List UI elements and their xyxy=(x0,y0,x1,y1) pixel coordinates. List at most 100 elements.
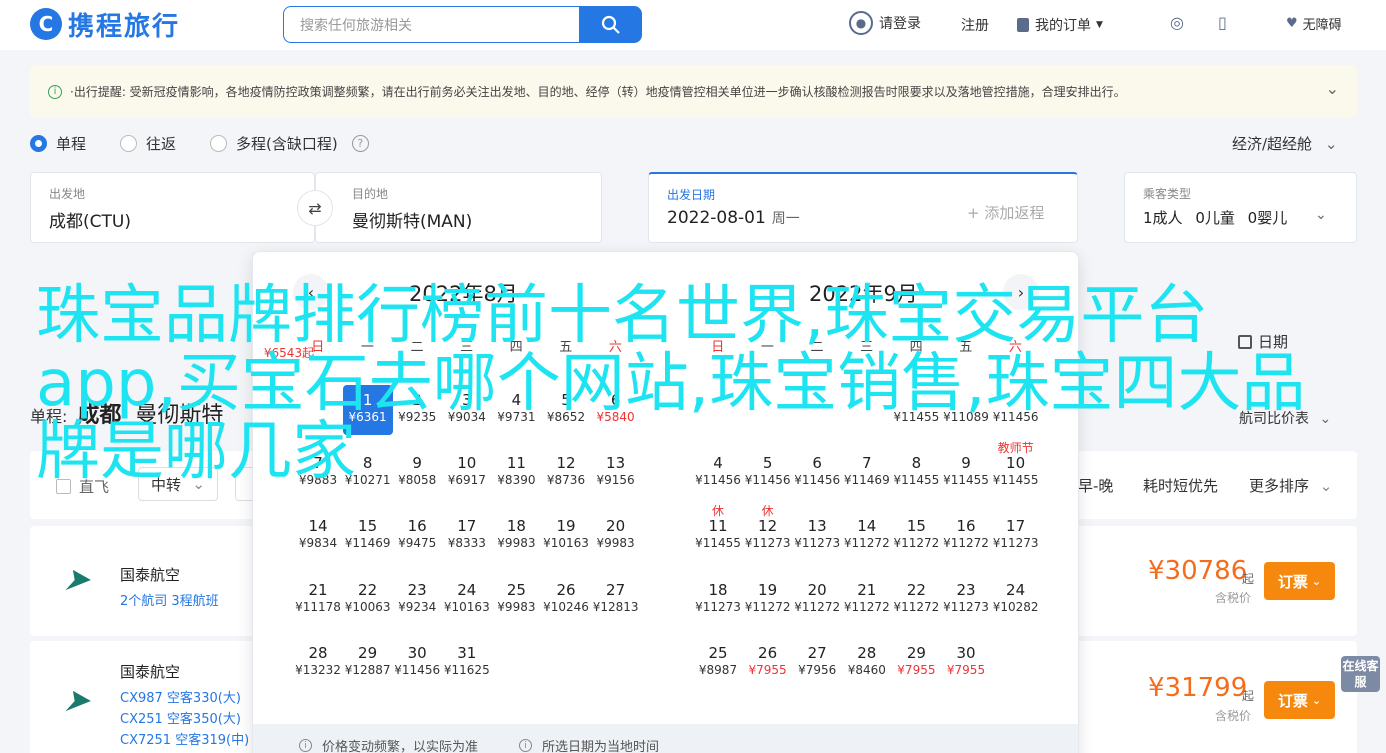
calendar-day[interactable]: 14 ¥9834 xyxy=(293,511,343,561)
trip-type-multi[interactable]: 多程(含缺口程) xyxy=(210,133,338,154)
departure-field[interactable]: 出发地 成都(CTU) xyxy=(30,172,315,243)
day-number: 15 xyxy=(358,517,378,536)
flight-detail-link[interactable]: 2个航司 3程航班 xyxy=(120,590,219,609)
calendar-day[interactable]: 30 ¥7955 xyxy=(941,638,991,688)
calendar-day[interactable]: 21 ¥11272 xyxy=(842,575,892,625)
segment-3[interactable]: CX7251 空客319(中) xyxy=(120,729,249,748)
day-number: 17 xyxy=(457,517,477,536)
calendar-day[interactable]: 28 ¥8460 xyxy=(842,638,892,688)
my-orders-menu[interactable]: 我的订单 ▼ xyxy=(1017,15,1103,35)
search-button[interactable] xyxy=(579,6,642,43)
chevron-down-icon: ⌄ xyxy=(1324,135,1338,153)
date-value: 2022-08-01 xyxy=(667,208,766,228)
calendar-day[interactable]: 20 ¥9983 xyxy=(591,511,641,561)
date-value-wrap: 2022-08-01 周一 xyxy=(667,208,800,228)
add-return-button[interactable]: + 添加返程 xyxy=(967,202,1044,223)
barrier-free-link[interactable]: ♥ 无障碍 xyxy=(1286,14,1342,33)
cathay-logo-icon: ➤ xyxy=(59,681,100,719)
calendar-day[interactable]: 23 ¥9234 xyxy=(392,575,442,625)
trip-type-selector: 单程 往返 多程(含缺口程) ? xyxy=(30,133,369,154)
calendar-day[interactable]: 17 ¥11273 xyxy=(991,511,1041,561)
swap-cities-button[interactable]: ⇄ xyxy=(297,190,333,226)
calendar-day[interactable]: 15 ¥11469 xyxy=(343,511,393,561)
online-service-button[interactable]: 在线客服 xyxy=(1341,656,1380,692)
calendar-day[interactable]: 29 ¥12887 xyxy=(343,638,393,688)
calendar-day[interactable]: 27 ¥12813 xyxy=(591,575,641,625)
calendar-day[interactable]: 19 ¥10163 xyxy=(541,511,591,561)
calendar-day[interactable]: 14 ¥11272 xyxy=(842,511,892,561)
segment-1[interactable]: CX987 空客330(大) xyxy=(120,687,241,706)
day-number: 20 xyxy=(807,580,827,599)
flight-price: ¥31799 xyxy=(1148,673,1248,703)
day-number: 28 xyxy=(308,643,328,662)
calendar-day[interactable]: 18 ¥9983 xyxy=(491,511,541,561)
day-number: 23 xyxy=(956,580,976,599)
calendar-day[interactable]: 11 ¥11455 休 xyxy=(693,504,743,561)
calendar-day[interactable]: 19 ¥11272 xyxy=(743,575,793,625)
logo-mark-icon: C xyxy=(30,8,62,40)
calendar-day[interactable]: 25 ¥8987 xyxy=(693,638,743,688)
price-suffix: 起 xyxy=(1242,572,1255,586)
trip-type-roundtrip[interactable]: 往返 xyxy=(120,133,176,154)
day-number: 30 xyxy=(407,643,427,662)
trip-type-oneway[interactable]: 单程 xyxy=(30,133,86,154)
chevron-down-icon: ⌄ xyxy=(1315,207,1327,223)
register-link[interactable]: 注册 xyxy=(961,15,989,35)
calendar-day[interactable]: 21 ¥11178 xyxy=(293,575,343,625)
departure-label: 出发地 xyxy=(49,187,86,201)
day-price: ¥12813 xyxy=(592,599,639,614)
calendar-day[interactable]: 25 ¥9983 xyxy=(491,575,541,625)
calendar-day[interactable]: 28 ¥13232 xyxy=(293,638,343,688)
destination-field[interactable]: 目的地 曼彻斯特(MAN) xyxy=(315,172,602,243)
day-price: ¥9983 xyxy=(596,536,635,551)
ctrip-logo[interactable]: C 携程旅行 xyxy=(30,6,180,42)
calendar-day[interactable]: 20 ¥11272 xyxy=(792,575,842,625)
login-link[interactable]: ● 请登录 xyxy=(849,11,921,35)
help-icon[interactable]: ? xyxy=(351,135,369,152)
segment-2[interactable]: CX251 空客350(大) xyxy=(120,708,241,727)
chevron-down-icon: ▼ xyxy=(1096,20,1103,30)
day-number: 21 xyxy=(857,580,877,599)
swap-icon: ⇄ xyxy=(308,198,322,218)
overlay-headline: 珠宝品牌排行榜前十名世界,珠宝交易平台app,买宝石去哪个网站,珠宝销售,珠宝四… xyxy=(36,279,1306,489)
holiday-tag: 休 xyxy=(761,504,774,519)
calendar-day[interactable]: 23 ¥11273 xyxy=(941,575,991,625)
cabin-class-select[interactable]: 经济/超经舱 ⌄ xyxy=(1232,133,1337,154)
book-button[interactable]: 订票 ⌄ xyxy=(1264,562,1335,600)
calendar-day[interactable]: 31 ¥11625 xyxy=(442,638,492,688)
orders-label: 我的订单 xyxy=(1035,18,1091,34)
day-number: 19 xyxy=(758,580,778,599)
calendar-day[interactable]: 24 ¥10282 xyxy=(991,575,1041,625)
site-search-input[interactable]: 搜索任何旅游相关 xyxy=(283,6,579,43)
calendar-day[interactable]: 18 ¥11273 xyxy=(693,575,743,625)
calendar-day[interactable]: 16 ¥9475 xyxy=(392,511,442,561)
customer-service-icon[interactable]: ◎ xyxy=(1170,13,1184,32)
calendar-day[interactable]: 22 ¥11272 xyxy=(891,575,941,625)
pax-adult: 1成人 xyxy=(1143,209,1183,227)
calendar-day[interactable]: 29 ¥7955 xyxy=(891,638,941,688)
calendar-day[interactable]: 16 ¥11272 xyxy=(941,511,991,561)
info-icon: i xyxy=(519,739,532,752)
passenger-type-field[interactable]: 乘客类型 1成人 0儿童 0婴儿 ⌄ xyxy=(1124,172,1357,243)
chevron-down-icon[interactable]: ⌄ xyxy=(1326,79,1339,98)
info-icon: i xyxy=(48,84,62,99)
calendar-day[interactable]: 15 ¥11272 xyxy=(891,511,941,561)
calendar-day[interactable]: 26 ¥10246 xyxy=(541,575,591,625)
calendar-day[interactable]: 13 ¥11273 xyxy=(792,511,842,561)
calendar-day[interactable]: 24 ¥10163 xyxy=(442,575,492,625)
book-button[interactable]: 订票 ⌄ xyxy=(1264,681,1335,719)
logo-text: 携程旅行 xyxy=(68,11,181,42)
day-number: 27 xyxy=(606,580,626,599)
calendar-day[interactable]: 17 ¥8333 xyxy=(442,511,492,561)
calendar-day[interactable]: 22 ¥10063 xyxy=(343,575,393,625)
calendar-day[interactable]: 27 ¥7956 xyxy=(792,638,842,688)
calendar-day[interactable]: 30 ¥11456 xyxy=(392,638,442,688)
mobile-app-icon[interactable]: ▯ xyxy=(1218,13,1227,32)
departure-date-field[interactable]: 出发日期 2022-08-01 周一 + 添加返程 xyxy=(648,172,1078,243)
airline-name: 国泰航空 xyxy=(120,566,181,584)
calendar-day[interactable]: 26 ¥7955 xyxy=(743,638,793,688)
radio-selected xyxy=(30,135,47,152)
calendar-day[interactable]: 12 ¥11273 休 xyxy=(743,504,793,561)
day-number: 18 xyxy=(708,580,728,599)
info-icon: i xyxy=(299,739,312,752)
